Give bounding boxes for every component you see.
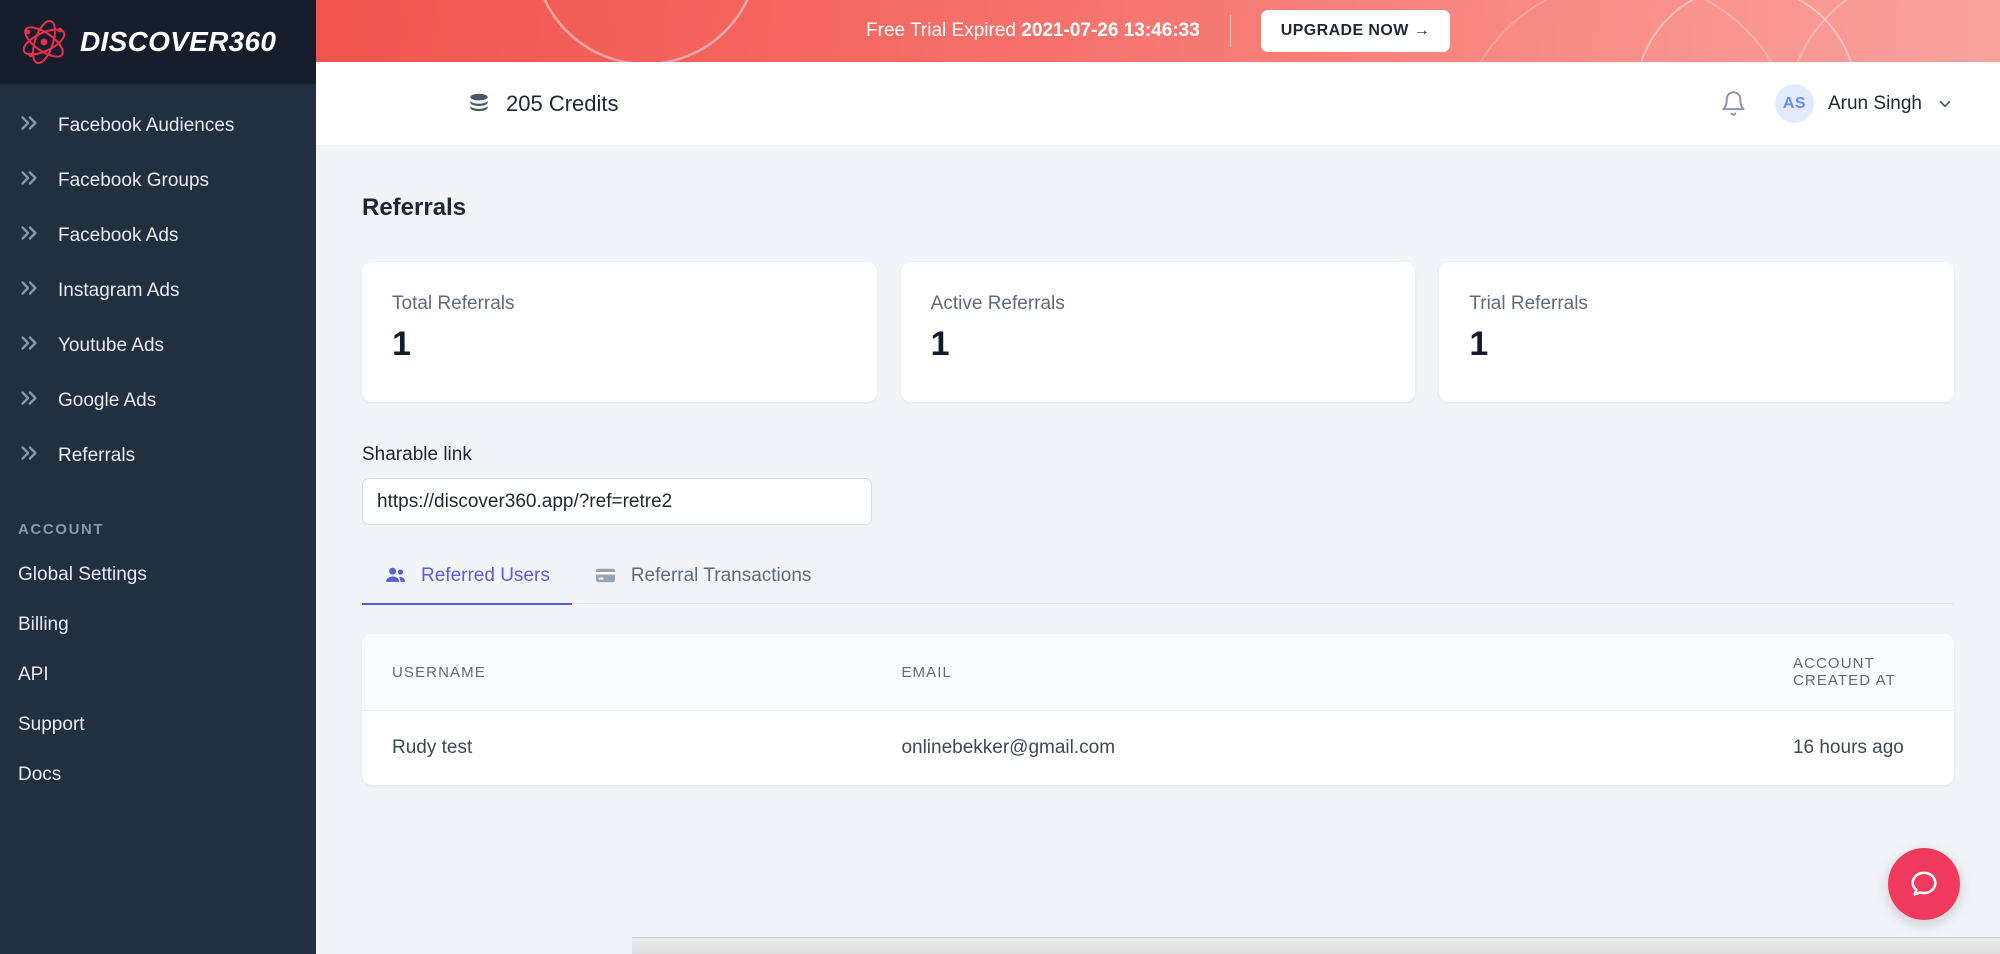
chevron-down-icon: [1936, 95, 1954, 113]
cell-email: onlinebekker@gmail.com: [871, 711, 1763, 786]
sharable-link-block: Sharable link: [362, 444, 1954, 525]
sidebar-item-facebook-groups[interactable]: Facebook Groups: [0, 153, 316, 208]
sidebar-item-label: Facebook Audiences: [58, 115, 234, 137]
credits-label: 205 Credits: [506, 91, 619, 117]
tab-referral-transactions[interactable]: Referral Transactions: [572, 564, 834, 604]
referred-users-table: USERNAME EMAIL ACCOUNT CREATED AT Rudy t…: [362, 634, 1954, 785]
trial-message: Free Trial Expired 2021-07-26 13:46:33: [866, 20, 1200, 42]
sharable-link-label: Sharable link: [362, 444, 1954, 466]
sidebar-item-label: Facebook Groups: [58, 170, 209, 192]
sidebar-section-account: ACCOUNT: [0, 483, 316, 550]
support-chat-button[interactable]: [1888, 848, 1960, 920]
chat-bubble-icon: [1908, 868, 1940, 900]
sidebar-item-instagram-ads[interactable]: Instagram Ads: [0, 263, 316, 318]
tab-referred-users[interactable]: Referred Users: [362, 564, 572, 604]
stat-card-active-referrals: Active Referrals 1: [901, 262, 1416, 402]
credits-indicator[interactable]: 205 Credits: [466, 91, 619, 117]
brand-logo[interactable]: DISCOVER360: [0, 0, 316, 84]
avatar: AS: [1775, 84, 1814, 123]
sidebar-item-billing[interactable]: Billing: [0, 600, 316, 650]
double-chevron-right-icon: [18, 442, 40, 469]
double-chevron-right-icon: [18, 332, 40, 359]
stat-value: 1: [931, 325, 1386, 364]
cell-username: Rudy test: [362, 711, 871, 786]
table-header-row: USERNAME EMAIL ACCOUNT CREATED AT: [362, 634, 1954, 711]
double-chevron-right-icon: [18, 222, 40, 249]
sidebar-item-label: Facebook Ads: [58, 225, 178, 247]
horizontal-scrollbar[interactable]: [632, 937, 2000, 954]
sidebar-item-youtube-ads[interactable]: Youtube Ads: [0, 318, 316, 373]
atom-icon: [18, 16, 70, 68]
sidebar-item-label: Google Ads: [58, 390, 156, 412]
sidebar-item-label: Instagram Ads: [58, 280, 179, 302]
user-menu[interactable]: AS Arun Singh: [1775, 84, 1954, 123]
stat-label: Total Referrals: [392, 293, 847, 315]
top-bar: 205 Credits AS Arun Singh: [316, 62, 2000, 146]
sidebar-item-facebook-ads[interactable]: Facebook Ads: [0, 208, 316, 263]
sidebar-item-label: Referrals: [58, 445, 135, 467]
cell-created-at: 16 hours ago: [1763, 711, 1954, 786]
column-header-email: EMAIL: [871, 634, 1763, 711]
tab-label: Referred Users: [421, 565, 550, 587]
stat-label: Trial Referrals: [1469, 293, 1924, 315]
sidebar-item-docs[interactable]: Docs: [0, 750, 316, 800]
table-row[interactable]: Rudy test onlinebekker@gmail.com 16 hour…: [362, 711, 1954, 786]
trial-expiry-date: 2021-07-26 13:46:33: [1021, 20, 1200, 41]
stat-card-trial-referrals: Trial Referrals 1: [1439, 262, 1954, 402]
column-header-account-created-at: ACCOUNT CREATED AT: [1763, 634, 1954, 711]
top-bar-actions: AS Arun Singh: [1720, 84, 1954, 123]
sidebar-item-api[interactable]: API: [0, 650, 316, 700]
app-root: DISCOVER360 Facebook Audiences Facebook …: [0, 0, 2000, 954]
sidebar-item-referrals[interactable]: Referrals: [0, 428, 316, 483]
double-chevron-right-icon: [18, 112, 40, 139]
users-icon: [384, 564, 407, 587]
page-title: Referrals: [362, 194, 1954, 222]
main-column: Free Trial Expired 2021-07-26 13:46:33 U…: [316, 0, 2000, 954]
primary-nav: Facebook Audiences Facebook Groups Faceb…: [0, 84, 316, 483]
double-chevron-right-icon: [18, 277, 40, 304]
stat-label: Active Referrals: [931, 293, 1386, 315]
upgrade-now-button[interactable]: UPGRADE NOW →: [1261, 10, 1450, 52]
column-header-username: USERNAME: [362, 634, 871, 711]
double-chevron-right-icon: [18, 387, 40, 414]
double-chevron-right-icon: [18, 167, 40, 194]
coins-icon: [466, 91, 492, 117]
bell-icon[interactable]: [1720, 90, 1747, 117]
brand-name: DISCOVER360: [80, 26, 276, 58]
stat-value: 1: [1469, 325, 1924, 364]
credit-card-icon: [594, 564, 617, 587]
trial-expired-banner: Free Trial Expired 2021-07-26 13:46:33 U…: [316, 0, 2000, 62]
banner-divider: [1230, 15, 1231, 47]
sidebar-item-facebook-audiences[interactable]: Facebook Audiences: [0, 98, 316, 153]
stat-cards: Total Referrals 1 Active Referrals 1 Tri…: [362, 262, 1954, 402]
stat-card-total-referrals: Total Referrals 1: [362, 262, 877, 402]
sharable-link-input[interactable]: [362, 478, 872, 525]
referrals-tabs: Referred Users Referral Transactions: [362, 564, 1954, 604]
sidebar: DISCOVER360 Facebook Audiences Facebook …: [0, 0, 316, 954]
content-area: Referrals Total Referrals 1 Active Refer…: [316, 146, 2000, 954]
user-name: Arun Singh: [1828, 93, 1922, 115]
stat-value: 1: [392, 325, 847, 364]
tab-label: Referral Transactions: [631, 565, 812, 587]
sidebar-item-label: Youtube Ads: [58, 335, 164, 357]
sidebar-item-support[interactable]: Support: [0, 700, 316, 750]
sidebar-item-global-settings[interactable]: Global Settings: [0, 550, 316, 600]
sidebar-item-google-ads[interactable]: Google Ads: [0, 373, 316, 428]
trial-message-text: Free Trial Expired: [866, 20, 1016, 41]
